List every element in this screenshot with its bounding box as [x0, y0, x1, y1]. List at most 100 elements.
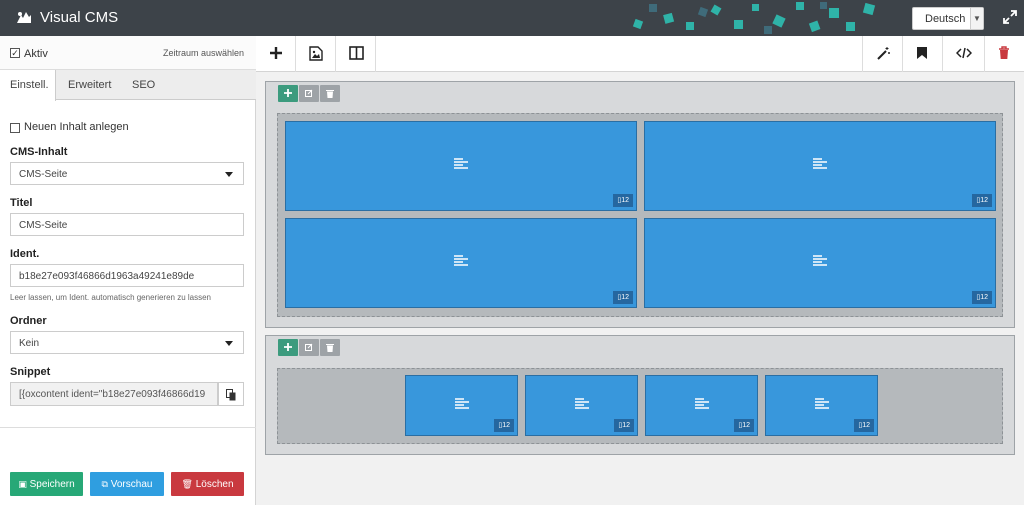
title-value: CMS-Seite — [19, 220, 68, 231]
sidebar-tabs: Einstell. Erweitert SEO — [0, 70, 256, 101]
columns-icon — [349, 46, 364, 60]
ident-label: Ident. — [10, 248, 40, 260]
section-add-button[interactable] — [278, 339, 298, 356]
content-block[interactable]: ▯12 — [285, 121, 637, 211]
text-align-icon — [574, 397, 589, 409]
tab-erweitert[interactable]: Erweitert — [68, 70, 111, 100]
save-button[interactable]: ▣ Speichern — [10, 472, 83, 496]
divider — [0, 427, 256, 428]
magic-wand-button[interactable] — [862, 36, 902, 72]
snippet-label: Snippet — [10, 366, 51, 378]
aktiv-row: ✓ Aktiv Zeitraum auswählen — [0, 36, 256, 70]
insert-image-button[interactable] — [296, 36, 336, 72]
top-bar: Visual CMS Deutsch ▼ — [0, 0, 1024, 36]
caret-down-icon — [225, 341, 233, 346]
title-input[interactable]: CMS-Seite — [10, 213, 244, 236]
bookmark-button[interactable] — [902, 36, 942, 72]
section-1[interactable]: ▯12 ▯12 ▯12 ▯12 — [265, 81, 1015, 328]
trash-icon — [326, 344, 334, 352]
content-block[interactable]: ▯12 — [765, 375, 878, 436]
column-width-badge: ▯12 — [734, 419, 754, 432]
language-value: Deutsch — [925, 13, 966, 25]
column-width-badge: ▯12 — [854, 419, 874, 432]
content-block[interactable]: ▯12 — [644, 121, 996, 211]
section-delete-button[interactable] — [320, 339, 340, 356]
plus-icon — [284, 343, 292, 351]
plus-icon — [270, 47, 282, 59]
content-block[interactable]: ▯12 — [525, 375, 638, 436]
image-file-icon — [309, 46, 323, 61]
aktiv-checkbox[interactable]: ✓ — [10, 48, 20, 58]
cms-content-label: CMS-Inhalt — [10, 146, 68, 158]
column-width-badge: ▯12 — [494, 419, 514, 432]
editor-toolbar — [256, 36, 1024, 72]
new-content-checkbox[interactable] — [10, 123, 20, 133]
ident-input[interactable]: b18e27e093f46866d1963a49241e89de — [10, 264, 244, 287]
cms-content-value: CMS-Seite — [19, 169, 68, 180]
section-edit-button[interactable] — [299, 339, 319, 356]
columns-button[interactable] — [336, 36, 376, 72]
preview-label: Vorschau — [110, 479, 153, 490]
save-label: Speichern — [29, 479, 75, 490]
copy-icon — [226, 389, 236, 401]
preview-button[interactable]: ⧉ Vorschau — [90, 472, 164, 496]
plus-icon — [284, 89, 292, 97]
delete-label: Löschen — [195, 479, 234, 490]
expand-icon[interactable] — [1003, 10, 1017, 24]
text-align-icon — [694, 397, 709, 409]
bookmark-icon — [917, 47, 927, 59]
section-delete-button[interactable] — [320, 85, 340, 102]
add-button[interactable] — [256, 36, 296, 72]
sidebar: ✓ Aktiv Zeitraum auswählen Einstell. Erw… — [0, 36, 256, 505]
aktiv-label: Aktiv — [24, 48, 48, 60]
column-width-badge: ▯12 — [613, 291, 633, 304]
snippet-value: [{oxcontent ident="b18e27e093f46866d19 — [19, 389, 206, 400]
section-add-button[interactable] — [278, 85, 298, 102]
folder-label: Ordner — [10, 315, 47, 327]
trash-icon — [999, 46, 1009, 59]
section-2[interactable]: ▯12 ▯12 ▯12 ▯12 — [265, 335, 1015, 455]
content-block[interactable]: ▯12 — [645, 375, 758, 436]
column-width-badge: ▯12 — [972, 194, 992, 207]
tab-einstell[interactable]: Einstell. — [0, 70, 56, 101]
zeitraum-link[interactable]: Zeitraum auswählen — [163, 48, 244, 58]
snippet-field[interactable]: [{oxcontent ident="b18e27e093f46866d19 — [10, 382, 218, 406]
text-align-icon — [813, 158, 827, 169]
new-content-label: Neuen Inhalt anlegen — [24, 121, 129, 133]
edit-icon — [305, 343, 313, 351]
title-label: Titel — [10, 197, 33, 209]
app-title: Visual CMS — [40, 9, 119, 26]
caret-down-icon — [225, 172, 233, 177]
content-block[interactable]: ▯12 — [644, 218, 996, 308]
content-block[interactable]: ▯12 — [285, 218, 637, 308]
tab-seo[interactable]: SEO — [132, 70, 155, 100]
delete-content-button[interactable] — [984, 36, 1024, 72]
ident-value: b18e27e093f46866d1963a49241e89de — [19, 271, 195, 282]
ident-hint: Leer lassen, um Ident. automatisch gener… — [10, 293, 212, 302]
language-select[interactable]: Deutsch ▼ — [912, 7, 984, 30]
folder-select[interactable]: Kein — [10, 331, 244, 354]
editor-canvas: ▯12 ▯12 ▯12 ▯12 ▯12 ▯12 ▯12 ▯12 — [256, 72, 1024, 505]
source-code-button[interactable] — [942, 36, 982, 72]
section-edit-button[interactable] — [299, 85, 319, 102]
puzzle-pieces-decoration — [632, 2, 876, 34]
cms-content-select[interactable]: CMS-Seite — [10, 162, 244, 185]
delete-button[interactable]: 🗑 Löschen — [171, 472, 244, 496]
text-align-icon — [454, 255, 468, 266]
copy-snippet-button[interactable] — [218, 382, 244, 406]
trash-icon: 🗑 — [181, 479, 193, 489]
column-width-badge: ▯12 — [614, 419, 634, 432]
chevron-down-icon: ▼ — [970, 8, 983, 29]
text-align-icon — [814, 397, 829, 409]
column-width-badge: ▯12 — [613, 194, 633, 207]
magic-wand-icon — [877, 47, 890, 60]
edit-icon — [305, 89, 313, 97]
text-align-icon — [454, 158, 468, 169]
external-link-icon: ⧉ — [101, 479, 108, 489]
column-width-badge: ▯12 — [972, 291, 992, 304]
content-block[interactable]: ▯12 — [405, 375, 518, 436]
text-align-icon — [454, 397, 469, 409]
folder-value: Kein — [19, 338, 40, 349]
save-icon: ▣ — [18, 479, 27, 489]
code-icon — [956, 47, 972, 59]
